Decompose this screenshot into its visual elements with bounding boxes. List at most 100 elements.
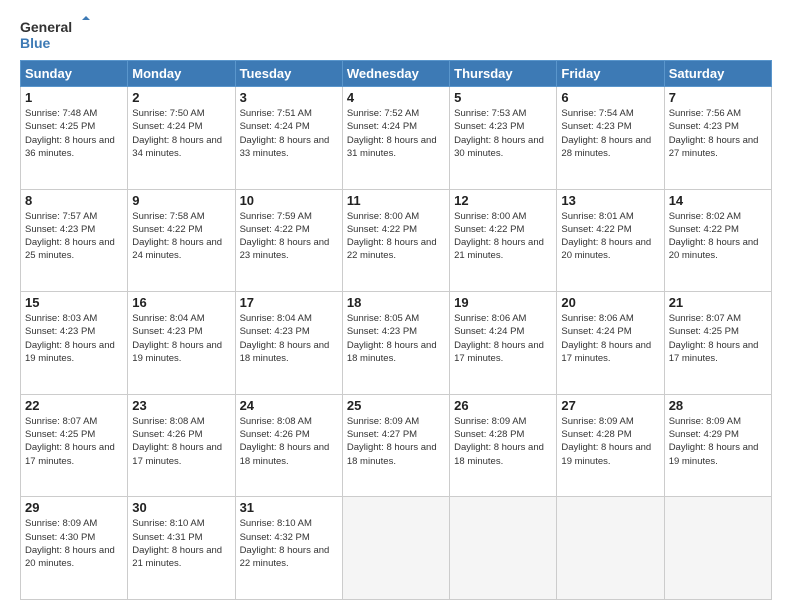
table-row: 11 Sunrise: 8:00 AMSunset: 4:22 PMDaylig… <box>342 189 449 292</box>
day-info: Sunrise: 8:04 AMSunset: 4:23 PMDaylight:… <box>132 312 230 365</box>
table-row: 24 Sunrise: 8:08 AMSunset: 4:26 PMDaylig… <box>235 394 342 497</box>
day-number: 30 <box>132 500 230 515</box>
day-info: Sunrise: 7:59 AMSunset: 4:22 PMDaylight:… <box>240 210 338 263</box>
day-number: 17 <box>240 295 338 310</box>
day-info: Sunrise: 7:54 AMSunset: 4:23 PMDaylight:… <box>561 107 659 160</box>
day-info: Sunrise: 8:08 AMSunset: 4:26 PMDaylight:… <box>240 415 338 468</box>
day-info: Sunrise: 7:56 AMSunset: 4:23 PMDaylight:… <box>669 107 767 160</box>
table-row: 21 Sunrise: 8:07 AMSunset: 4:25 PMDaylig… <box>664 292 771 395</box>
day-number: 23 <box>132 398 230 413</box>
day-number: 10 <box>240 193 338 208</box>
day-info: Sunrise: 8:09 AMSunset: 4:29 PMDaylight:… <box>669 415 767 468</box>
day-number: 6 <box>561 90 659 105</box>
day-info: Sunrise: 8:07 AMSunset: 4:25 PMDaylight:… <box>25 415 123 468</box>
day-info: Sunrise: 8:09 AMSunset: 4:30 PMDaylight:… <box>25 517 123 570</box>
table-row: 30 Sunrise: 8:10 AMSunset: 4:31 PMDaylig… <box>128 497 235 600</box>
table-row: 6 Sunrise: 7:54 AMSunset: 4:23 PMDayligh… <box>557 87 664 190</box>
table-row: 4 Sunrise: 7:52 AMSunset: 4:24 PMDayligh… <box>342 87 449 190</box>
col-header-sunday: Sunday <box>21 61 128 87</box>
table-row: 20 Sunrise: 8:06 AMSunset: 4:24 PMDaylig… <box>557 292 664 395</box>
day-info: Sunrise: 8:01 AMSunset: 4:22 PMDaylight:… <box>561 210 659 263</box>
day-number: 31 <box>240 500 338 515</box>
calendar-table: SundayMondayTuesdayWednesdayThursdayFrid… <box>20 60 772 600</box>
day-info: Sunrise: 8:02 AMSunset: 4:22 PMDaylight:… <box>669 210 767 263</box>
table-row: 13 Sunrise: 8:01 AMSunset: 4:22 PMDaylig… <box>557 189 664 292</box>
day-info: Sunrise: 8:09 AMSunset: 4:27 PMDaylight:… <box>347 415 445 468</box>
day-info: Sunrise: 8:04 AMSunset: 4:23 PMDaylight:… <box>240 312 338 365</box>
day-info: Sunrise: 8:09 AMSunset: 4:28 PMDaylight:… <box>561 415 659 468</box>
day-number: 19 <box>454 295 552 310</box>
day-number: 16 <box>132 295 230 310</box>
day-info: Sunrise: 8:10 AMSunset: 4:32 PMDaylight:… <box>240 517 338 570</box>
table-row: 18 Sunrise: 8:05 AMSunset: 4:23 PMDaylig… <box>342 292 449 395</box>
day-number: 5 <box>454 90 552 105</box>
day-number: 24 <box>240 398 338 413</box>
table-row: 9 Sunrise: 7:58 AMSunset: 4:22 PMDayligh… <box>128 189 235 292</box>
table-row: 12 Sunrise: 8:00 AMSunset: 4:22 PMDaylig… <box>450 189 557 292</box>
header: General Blue <box>20 16 772 52</box>
day-number: 1 <box>25 90 123 105</box>
day-info: Sunrise: 8:08 AMSunset: 4:26 PMDaylight:… <box>132 415 230 468</box>
day-number: 22 <box>25 398 123 413</box>
day-number: 7 <box>669 90 767 105</box>
day-info: Sunrise: 7:57 AMSunset: 4:23 PMDaylight:… <box>25 210 123 263</box>
table-row: 15 Sunrise: 8:03 AMSunset: 4:23 PMDaylig… <box>21 292 128 395</box>
day-number: 8 <box>25 193 123 208</box>
col-header-saturday: Saturday <box>664 61 771 87</box>
day-info: Sunrise: 8:06 AMSunset: 4:24 PMDaylight:… <box>561 312 659 365</box>
table-row: 31 Sunrise: 8:10 AMSunset: 4:32 PMDaylig… <box>235 497 342 600</box>
col-header-friday: Friday <box>557 61 664 87</box>
day-number: 13 <box>561 193 659 208</box>
day-info: Sunrise: 8:00 AMSunset: 4:22 PMDaylight:… <box>347 210 445 263</box>
table-row <box>342 497 449 600</box>
table-row: 19 Sunrise: 8:06 AMSunset: 4:24 PMDaylig… <box>450 292 557 395</box>
table-row: 1 Sunrise: 7:48 AMSunset: 4:25 PMDayligh… <box>21 87 128 190</box>
table-row: 3 Sunrise: 7:51 AMSunset: 4:24 PMDayligh… <box>235 87 342 190</box>
day-info: Sunrise: 7:53 AMSunset: 4:23 PMDaylight:… <box>454 107 552 160</box>
day-number: 14 <box>669 193 767 208</box>
day-number: 11 <box>347 193 445 208</box>
table-row: 28 Sunrise: 8:09 AMSunset: 4:29 PMDaylig… <box>664 394 771 497</box>
day-info: Sunrise: 7:51 AMSunset: 4:24 PMDaylight:… <box>240 107 338 160</box>
logo: General Blue <box>20 16 90 52</box>
day-number: 12 <box>454 193 552 208</box>
day-number: 21 <box>669 295 767 310</box>
day-info: Sunrise: 7:48 AMSunset: 4:25 PMDaylight:… <box>25 107 123 160</box>
day-number: 9 <box>132 193 230 208</box>
table-row: 23 Sunrise: 8:08 AMSunset: 4:26 PMDaylig… <box>128 394 235 497</box>
table-row: 27 Sunrise: 8:09 AMSunset: 4:28 PMDaylig… <box>557 394 664 497</box>
day-info: Sunrise: 8:06 AMSunset: 4:24 PMDaylight:… <box>454 312 552 365</box>
table-row: 8 Sunrise: 7:57 AMSunset: 4:23 PMDayligh… <box>21 189 128 292</box>
day-info: Sunrise: 8:05 AMSunset: 4:23 PMDaylight:… <box>347 312 445 365</box>
table-row: 2 Sunrise: 7:50 AMSunset: 4:24 PMDayligh… <box>128 87 235 190</box>
table-row: 17 Sunrise: 8:04 AMSunset: 4:23 PMDaylig… <box>235 292 342 395</box>
day-info: Sunrise: 8:07 AMSunset: 4:25 PMDaylight:… <box>669 312 767 365</box>
day-number: 15 <box>25 295 123 310</box>
table-row: 10 Sunrise: 7:59 AMSunset: 4:22 PMDaylig… <box>235 189 342 292</box>
svg-text:General: General <box>20 19 72 35</box>
day-info: Sunrise: 8:09 AMSunset: 4:28 PMDaylight:… <box>454 415 552 468</box>
day-number: 29 <box>25 500 123 515</box>
table-row: 25 Sunrise: 8:09 AMSunset: 4:27 PMDaylig… <box>342 394 449 497</box>
col-header-monday: Monday <box>128 61 235 87</box>
day-number: 3 <box>240 90 338 105</box>
day-number: 4 <box>347 90 445 105</box>
table-row <box>450 497 557 600</box>
day-number: 25 <box>347 398 445 413</box>
col-header-tuesday: Tuesday <box>235 61 342 87</box>
table-row: 26 Sunrise: 8:09 AMSunset: 4:28 PMDaylig… <box>450 394 557 497</box>
table-row <box>664 497 771 600</box>
svg-text:Blue: Blue <box>20 35 51 51</box>
day-number: 18 <box>347 295 445 310</box>
col-header-wednesday: Wednesday <box>342 61 449 87</box>
day-number: 20 <box>561 295 659 310</box>
table-row: 16 Sunrise: 8:04 AMSunset: 4:23 PMDaylig… <box>128 292 235 395</box>
logo-svg: General Blue <box>20 16 90 52</box>
table-row <box>557 497 664 600</box>
day-info: Sunrise: 8:03 AMSunset: 4:23 PMDaylight:… <box>25 312 123 365</box>
day-number: 26 <box>454 398 552 413</box>
day-info: Sunrise: 7:50 AMSunset: 4:24 PMDaylight:… <box>132 107 230 160</box>
day-info: Sunrise: 8:00 AMSunset: 4:22 PMDaylight:… <box>454 210 552 263</box>
table-row: 5 Sunrise: 7:53 AMSunset: 4:23 PMDayligh… <box>450 87 557 190</box>
table-row: 22 Sunrise: 8:07 AMSunset: 4:25 PMDaylig… <box>21 394 128 497</box>
